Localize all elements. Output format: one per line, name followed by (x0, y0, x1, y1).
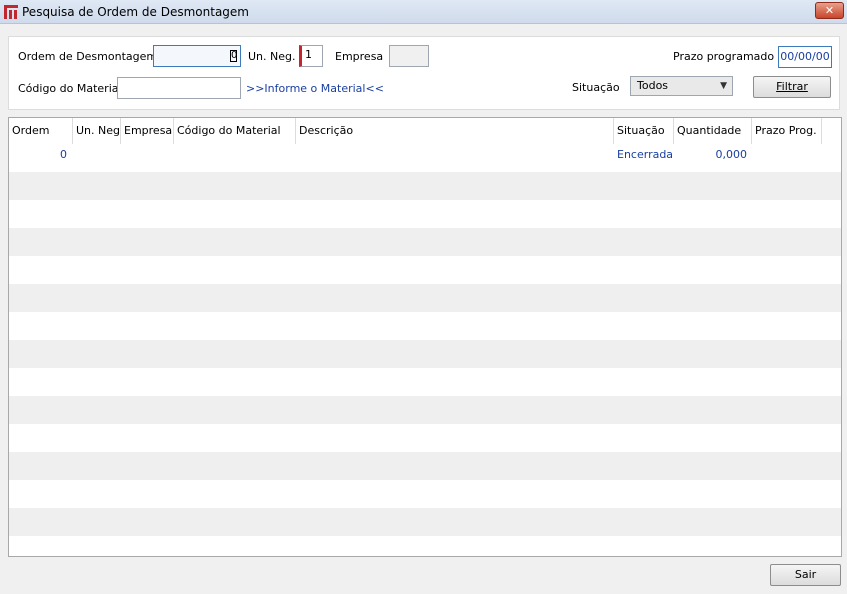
empresa-field[interactable] (389, 45, 429, 67)
column-header-prazo-prog[interactable]: Prazo Prog. (752, 118, 822, 144)
cell-quantidade: 0,000 (715, 148, 748, 161)
app-logo-icon (4, 5, 18, 19)
empty-row (9, 340, 841, 368)
empty-row (9, 200, 841, 228)
cell-ordem: 0 (60, 148, 67, 161)
empty-row (9, 228, 841, 256)
prazo-label: Prazo programado (673, 50, 775, 63)
filtrar-label: Filtrar (776, 80, 808, 93)
column-header-empresa[interactable]: Empresa (121, 118, 174, 144)
situacao-selected: Todos (637, 79, 669, 92)
chevron-down-icon: ▼ (720, 81, 727, 91)
window-title: Pesquisa de Ordem de Desmontagem (22, 5, 249, 19)
un-neg-field[interactable]: 1 (299, 45, 323, 67)
table-row[interactable]: 0 Encerrada 0,000 (9, 144, 841, 172)
empty-row (9, 396, 841, 424)
filter-panel: Ordem de Desmontagem 0 Un. Neg. 1 Empres… (8, 36, 840, 110)
un-neg-value: 1 (305, 48, 312, 61)
material-label: Código do Material (18, 82, 122, 95)
empty-row (9, 424, 841, 452)
column-header-quantidade[interactable]: Quantidade (674, 118, 752, 144)
column-header-situacao[interactable]: Situação (614, 118, 674, 144)
empty-row (9, 256, 841, 284)
situacao-select[interactable]: Todos ▼ (630, 76, 733, 96)
results-grid[interactable]: Ordem Un. Neg. Empresa Código do Materia… (8, 117, 842, 557)
ordem-label: Ordem de Desmontagem (18, 50, 158, 63)
ordem-field[interactable]: 0 (153, 45, 241, 67)
close-button[interactable]: ✕ (815, 2, 844, 19)
empty-row (9, 368, 841, 396)
un-neg-label: Un. Neg. (248, 50, 296, 63)
material-field[interactable] (117, 77, 241, 99)
cell-situacao: Encerrada (617, 148, 674, 161)
column-header-ordem[interactable]: Ordem (9, 118, 73, 144)
empresa-label: Empresa (335, 50, 384, 63)
empty-row (9, 536, 841, 556)
title-bar: Pesquisa de Ordem de Desmontagem ✕ (0, 0, 847, 24)
prazo-field[interactable]: 00/00/00 (778, 46, 832, 68)
column-header-descricao[interactable]: Descrição (296, 118, 614, 144)
filtrar-button[interactable]: Filtrar (753, 76, 831, 98)
column-header-un-neg[interactable]: Un. Neg. (73, 118, 121, 144)
informe-material-link[interactable]: >>Informe o Material<< (246, 82, 384, 95)
prazo-value: 00/00/00 (780, 50, 830, 63)
sair-label: Sair (794, 568, 817, 581)
empty-row (9, 452, 841, 480)
empty-row (9, 172, 841, 200)
grid-header: Ordem Un. Neg. Empresa Código do Materia… (9, 118, 841, 144)
ordem-value: 0 (230, 50, 238, 62)
empty-row (9, 508, 841, 536)
situacao-label: Situação (572, 81, 620, 94)
column-header-codigo-material[interactable]: Código do Material (174, 118, 296, 144)
sair-button[interactable]: Sair (770, 564, 841, 586)
empty-row (9, 284, 841, 312)
empty-row (9, 480, 841, 508)
empty-row (9, 312, 841, 340)
